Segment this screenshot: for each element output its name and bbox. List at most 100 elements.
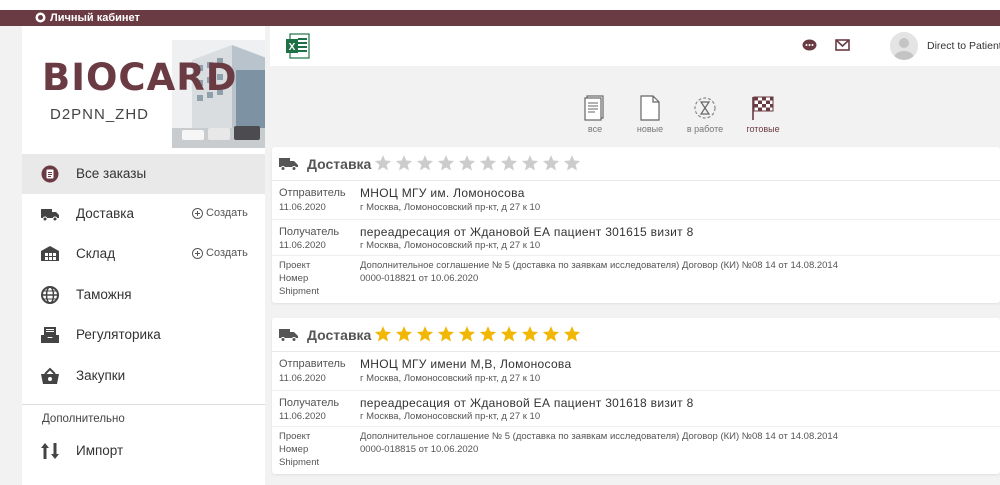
star-icon[interactable] [374, 154, 392, 172]
sidebar-item-regulatory[interactable]: Регуляторика [22, 315, 265, 355]
recipient-date: 11.06.2020 [279, 240, 326, 251]
star-icon[interactable] [542, 154, 560, 172]
star-icon[interactable] [521, 154, 539, 172]
filter-label: в работе [686, 124, 724, 134]
sender-address: г Москва, Ломоносовский пр-кт, д 27 к 10 [360, 202, 541, 213]
delivery-card[interactable]: Доставка Отправитель 11.06.2020 МНОЦ МГУ… [272, 318, 1000, 474]
sender-name: МНОЦ МГУ им. Ломоносова [360, 186, 525, 200]
sender-name: МНОЦ МГУ имени М,В, Ломоносова [360, 357, 572, 371]
row-divider [272, 219, 1000, 220]
user-avatar[interactable] [890, 32, 918, 60]
sidebar-section-label: Дополнительно [42, 413, 125, 425]
create-label: Создать [206, 207, 248, 219]
row-divider [272, 390, 1000, 391]
sender-address: г Москва, Ломоносовский пр-кт, д 27 к 10 [360, 373, 541, 384]
shipment-label: Shipment [279, 457, 320, 468]
card-header: Доставка [272, 147, 1000, 181]
star-icon[interactable] [500, 325, 518, 343]
sidebar-item-import[interactable]: Импорт [22, 431, 265, 471]
recipient-address: г Москва, Ломоносовский пр-кт, д 27 к 10 [360, 411, 541, 422]
star-icon[interactable] [458, 154, 476, 172]
filter-label: готовые [746, 124, 780, 134]
star-icon[interactable] [395, 154, 413, 172]
brand-area: BIOCARD D2PNN_ZHD [22, 26, 265, 150]
sender-label: Отправитель [279, 358, 346, 370]
finish-flag-icon [752, 96, 774, 120]
card-header: Доставка [272, 318, 1000, 352]
sidebar-item-label: Доставка [76, 206, 134, 221]
star-icon[interactable] [395, 325, 413, 343]
excel-export-icon[interactable]: X [286, 33, 310, 59]
sidebar-item-purchases[interactable]: Закупки [22, 356, 265, 396]
filter-label: все [587, 124, 603, 134]
orders-icon [41, 165, 59, 183]
chat-icon[interactable] [802, 39, 817, 51]
sidebar-item-delivery[interactable]: Доставка Создать [22, 194, 265, 234]
star-icon[interactable] [374, 325, 392, 343]
star-icon[interactable] [563, 325, 581, 343]
sender-label: Отправитель [279, 187, 346, 199]
warehouse-icon [41, 246, 59, 261]
basket-icon [41, 367, 59, 384]
row-divider [272, 426, 1000, 427]
account-code: D2PNN_ZHD [50, 106, 150, 123]
number-label: Номер [279, 273, 309, 284]
recipient-label: Получатель [279, 397, 340, 409]
project-label: Проект [279, 260, 311, 271]
brand-logo: BIOCARD [42, 56, 238, 99]
card-title: Доставка [307, 156, 372, 172]
sender-date: 11.06.2020 [279, 373, 326, 384]
create-warehouse-button[interactable]: Создать [192, 247, 248, 259]
sidebar-item-customs[interactable]: Таможня [22, 275, 265, 315]
star-icon[interactable] [521, 325, 539, 343]
recipient-name: переадресация от Ждановой ЕА пациент 301… [360, 225, 694, 239]
star-icon[interactable] [479, 325, 497, 343]
star-icon[interactable] [416, 154, 434, 172]
mail-icon[interactable] [835, 39, 850, 51]
star-icon[interactable] [416, 325, 434, 343]
card-title: Доставка [307, 327, 372, 343]
user-name[interactable]: Direct to Patient I [927, 40, 1000, 52]
number-value: 0000-018815 от 10.06.2020 [360, 444, 479, 455]
doc-blank-icon [640, 95, 660, 121]
user-silhouette-icon [890, 32, 918, 60]
star-icon[interactable] [563, 154, 581, 172]
rating-stars[interactable] [374, 325, 581, 343]
truck-icon [41, 209, 59, 222]
create-delivery-button[interactable]: Создать [192, 207, 248, 219]
sidebar-divider [22, 404, 265, 405]
star-icon[interactable] [437, 154, 455, 172]
project-label: Проект [279, 431, 311, 442]
row-divider [272, 255, 1000, 256]
star-icon[interactable] [479, 154, 497, 172]
sidebar-item-label: Регуляторика [76, 327, 161, 342]
delivery-card[interactable]: Доставка Отправитель 11.06.2020 МНОЦ МГУ… [272, 147, 1000, 303]
filter-all[interactable]: все [570, 94, 620, 134]
rating-stars[interactable] [374, 154, 581, 172]
title-bar-text: Личный кабинет [50, 12, 140, 24]
svg-text:X: X [289, 42, 296, 53]
inbox-icon [41, 327, 59, 343]
star-icon[interactable] [437, 325, 455, 343]
sidebar-item-label: Закупки [76, 368, 126, 383]
star-icon[interactable] [458, 325, 476, 343]
globe-icon [41, 286, 59, 304]
title-bar: Личный кабинет [0, 10, 1000, 26]
recipient-label: Получатель [279, 226, 340, 238]
sidebar-item-warehouse[interactable]: Склад Создать [22, 234, 265, 274]
filter-new[interactable]: новые [625, 94, 675, 134]
plus-circle-icon [192, 207, 203, 219]
filter-done[interactable]: готовые [738, 94, 788, 134]
number-label: Номер [279, 444, 309, 455]
plus-circle-icon [192, 247, 203, 259]
filter-in-progress[interactable]: в работе [680, 94, 730, 134]
hourglass-icon [694, 97, 716, 119]
star-icon[interactable] [500, 154, 518, 172]
recipient-date: 11.06.2020 [279, 411, 326, 422]
sidebar-item-label: Склад [76, 246, 116, 261]
project-value: Дополнительное соглашение № 5 (доставка … [360, 260, 838, 271]
star-icon[interactable] [542, 325, 560, 343]
recipient-name: переадресация от Ждановой ЕА пациент 301… [360, 396, 694, 410]
top-strip [0, 0, 1000, 10]
sidebar-item-all-orders[interactable]: Все заказы [22, 154, 265, 194]
